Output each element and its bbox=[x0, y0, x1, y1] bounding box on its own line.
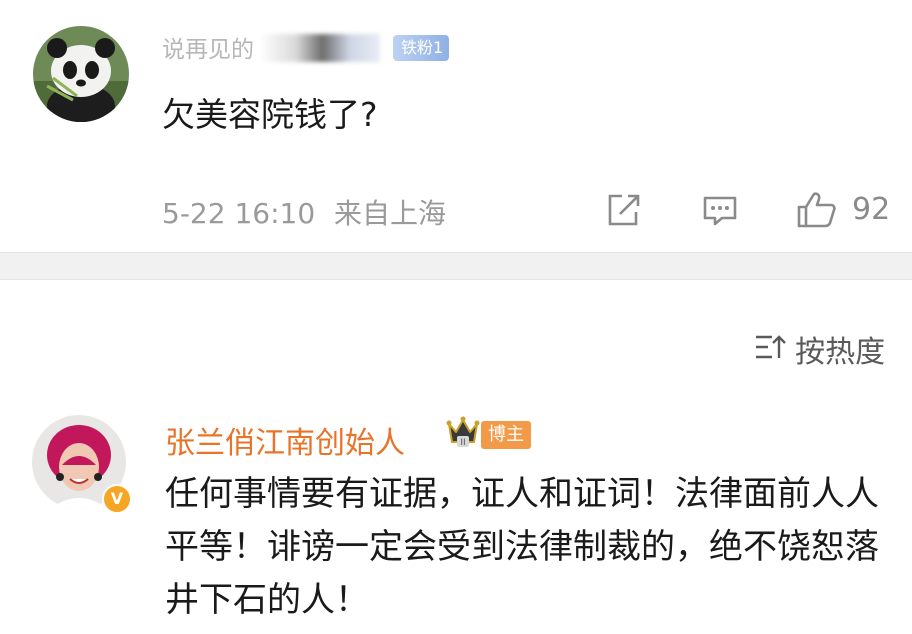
sort-by-hot-button[interactable]: 按热度 bbox=[754, 327, 885, 371]
thumbs-up-icon bbox=[797, 192, 836, 228]
verified-icon: V bbox=[102, 484, 132, 514]
host-badge: 博主 bbox=[481, 421, 531, 449]
username-blur-mask bbox=[260, 34, 380, 62]
comment1-username[interactable]: 说再见的 bbox=[162, 30, 254, 64]
comment1-time: 5-22 16:10 bbox=[162, 197, 316, 230]
comment-card-1: 说再见的 铁粉1 欠美容院钱了? 5-22 16:10 来自上海 92 bbox=[0, 0, 912, 252]
section-divider bbox=[0, 252, 912, 280]
comment-icon bbox=[703, 196, 737, 226]
comment-button[interactable] bbox=[700, 190, 740, 230]
like-button[interactable] bbox=[796, 190, 838, 230]
panda-avatar[interactable] bbox=[33, 26, 129, 122]
sort-icon bbox=[754, 333, 786, 365]
comment1-text: 欠美容院钱了? bbox=[162, 95, 378, 134]
comment1-location: 来自上海 bbox=[334, 197, 447, 230]
fan-badge: 铁粉1 bbox=[393, 35, 450, 61]
crown-icon: II bbox=[446, 414, 480, 454]
sort-label: 按热度 bbox=[795, 335, 886, 370]
crown-level: II bbox=[460, 438, 465, 448]
share-button[interactable] bbox=[604, 190, 642, 230]
comment2-text: 任何事情要有证据，证人和证词！法律面前人人平等！诽谤一定会受到法律制裁的，绝不饶… bbox=[165, 474, 879, 620]
share-icon bbox=[608, 194, 640, 226]
owner-username[interactable]: 张兰俏江南创始人 bbox=[165, 418, 405, 462]
panda-avatar-icon bbox=[33, 26, 129, 122]
like-count: 92 bbox=[852, 192, 891, 227]
comment1-meta: 5-22 16:10 来自上海 bbox=[162, 192, 446, 232]
